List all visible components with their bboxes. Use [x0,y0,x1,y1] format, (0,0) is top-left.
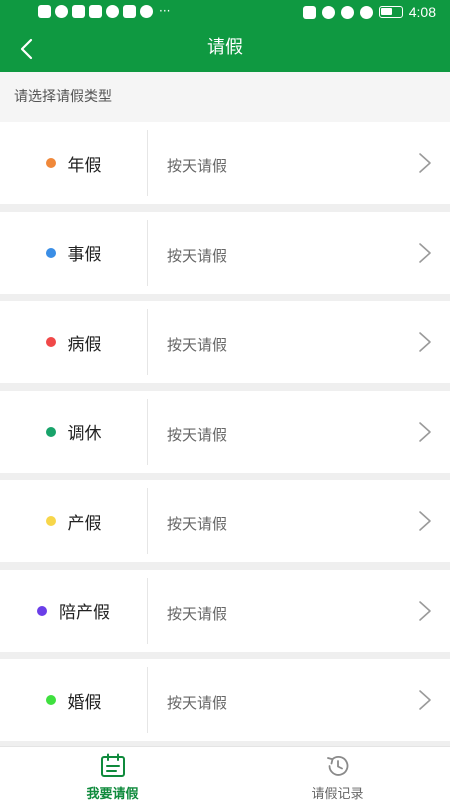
leave-type-label: 婚假 [67,692,102,713]
leave-type-label: 调休 [67,424,102,444]
leave-type-cell: 病假 [0,309,148,375]
calendar-icon [101,753,125,777]
leave-unit-text: 按天请假 [167,157,228,175]
leave-type-label: 事假 [67,245,102,265]
leave-type-row[interactable]: 产假 按天请假 [0,480,450,562]
leave-type-row[interactable]: 病假 按天请假 [0,301,450,383]
leave-type-label: 产假 [67,513,102,534]
chevron-right-icon [419,421,431,442]
nfc-icon [302,5,316,19]
tab-leave-records[interactable]: 请假记录 [225,747,450,800]
battery-icon [378,6,403,18]
leave-type-cell: 事假 [0,219,148,286]
tab-leave-records-label: 请假记录 [311,787,364,800]
chevron-right-icon [419,600,431,621]
chevron-right-icon [419,332,431,352]
leave-type-cell: 陪产假 [0,577,148,644]
status-time: 4:08 [408,4,436,20]
history-clock-icon [327,756,349,776]
leave-color-dot [45,158,56,168]
leave-type-label: 陪产假 [59,603,110,623]
book-icon [123,5,136,18]
leave-color-dot [45,695,56,705]
leave-type-cell: 调休 [0,398,148,465]
leave-type-label: 病假 [67,334,102,355]
leave-unit-text: 按天请假 [167,694,228,712]
app-header: 请假 [0,26,450,72]
section-subtitle: 请选择请假类型 [0,72,450,122]
status-bar: ··· 4:08 [0,0,450,26]
alert-icon [38,5,51,18]
chevron-right-icon [419,242,431,263]
location-icon [340,5,354,19]
bluetooth-icon [321,5,335,19]
leave-type-row[interactable]: 调休 按天请假 [0,390,450,473]
leave-type-row[interactable]: 事假 按天请假 [0,211,450,294]
sim-icon [89,5,102,18]
shield-icon [106,5,119,18]
tab-apply-leave[interactable]: 我要请假 [0,747,225,800]
chevron-right-icon [419,153,431,173]
leave-color-dot [45,337,56,347]
leave-type-cell: 产假 [0,488,148,554]
more-notifications-indicator: ··· [159,4,171,18]
leave-unit-text: 按天请假 [167,336,228,354]
globe-icon [140,5,153,18]
chevron-right-icon [419,511,431,531]
leave-unit-text: 按天请假 [167,246,228,265]
leave-unit-text: 按天请假 [167,425,228,444]
data-speed-icon [359,5,373,19]
leave-type-row[interactable]: 陪产假 按天请假 [0,569,450,652]
tab-apply-leave-label: 我要请假 [86,787,139,800]
page-title: 请假 [207,37,243,58]
leave-type-cell: 婚假 [0,667,148,733]
status-system-icons: 4:08 [302,4,436,20]
leave-color-dot [45,516,56,526]
leave-type-row[interactable]: 婚假 按天请假 [0,659,450,741]
bottom-tab-bar: 我要请假 请假记录 [0,746,450,800]
leave-color-dot [37,605,47,616]
leave-type-label: 年假 [67,155,102,176]
status-notification-icons: ··· [38,5,170,18]
app-notification-icon [72,5,85,18]
leave-type-row[interactable]: 年假 按天请假 [0,122,450,204]
leave-unit-text: 按天请假 [167,515,228,533]
leave-type-cell: 年假 [0,130,148,196]
chevron-right-icon [419,690,431,710]
wifi-icon [55,5,68,18]
leave-unit-text: 按天请假 [167,604,228,623]
leave-color-dot [45,247,56,258]
leave-color-dot [45,426,56,437]
